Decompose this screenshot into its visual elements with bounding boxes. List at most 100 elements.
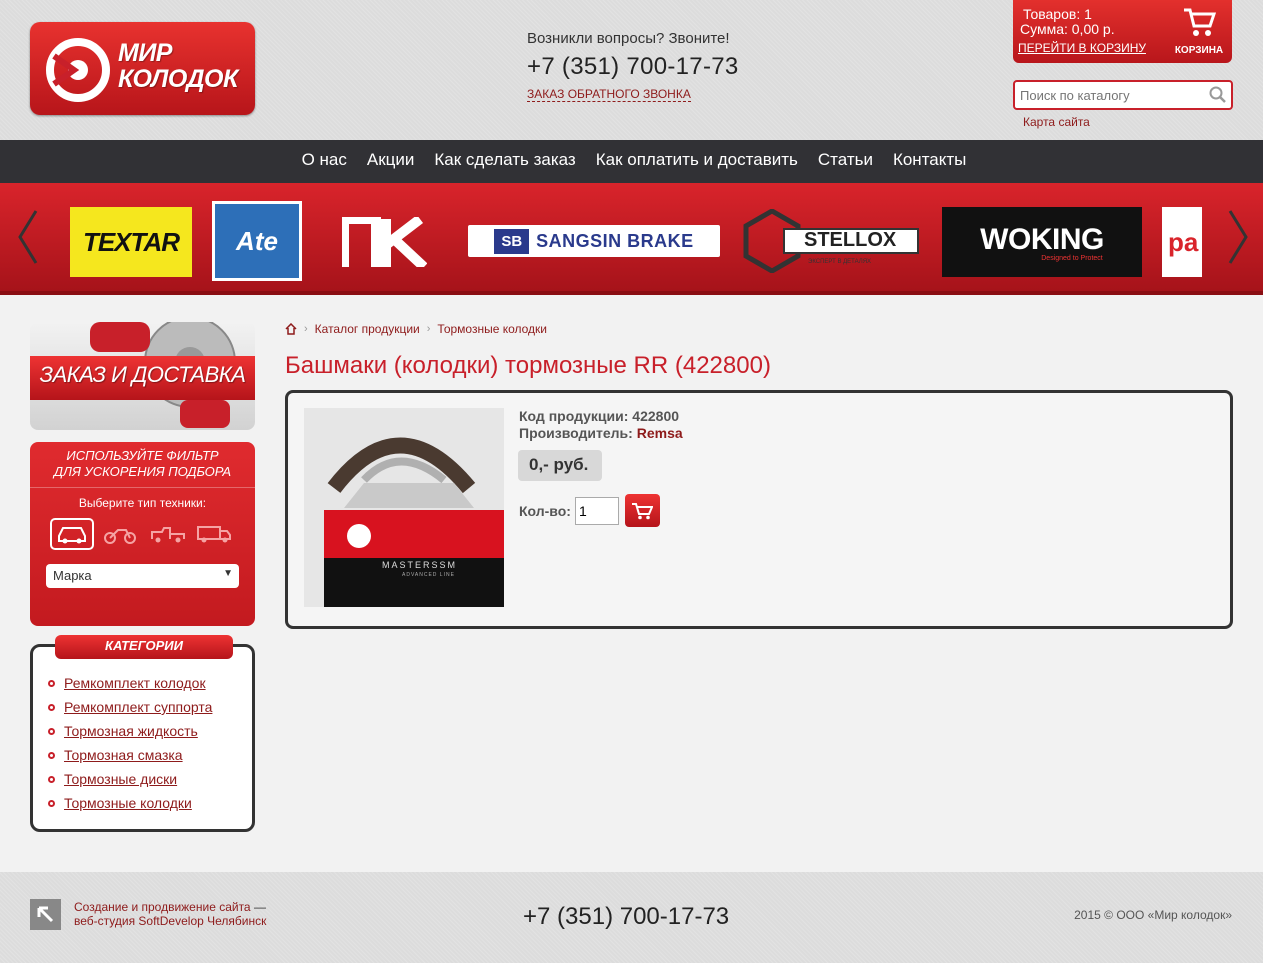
breadcrumb-separator: › (426, 323, 431, 335)
delivery-banner[interactable]: ЗАКАЗ И ДОСТАВКА (30, 322, 255, 430)
footer-dash: — (250, 900, 266, 914)
go-to-cart-link[interactable]: ПЕРЕЙТИ В КОРЗИНУ (1018, 41, 1146, 55)
nav-item-articles[interactable]: Статьи (818, 150, 873, 170)
bullet-icon (48, 679, 55, 687)
breadcrumb-brake-pads[interactable]: Тормозные колодки (437, 322, 547, 336)
nav-item-payment-delivery[interactable]: Как оплатить и доставить (596, 150, 798, 170)
bullet-icon (48, 775, 55, 783)
footer-links: Создание и продвижение сайта — веб-студи… (74, 900, 266, 928)
breadcrumb-catalog[interactable]: Каталог продукции (315, 322, 420, 336)
category-link[interactable]: Тормозные диски (64, 767, 177, 791)
brand-partial[interactable]: pa (1162, 207, 1202, 277)
logo-text: МИР КОЛОДОК (118, 39, 238, 93)
callback-link[interactable]: ЗАКАЗ ОБРАТНОГО ЗВОНКА (527, 87, 691, 102)
product-code-row: Код продукции: 422800 (519, 408, 683, 425)
bullet-icon (48, 727, 55, 735)
product-box-text: MASTERSSM (382, 560, 458, 570)
woking-name: WOKING (980, 222, 1104, 256)
truck-icon (197, 526, 231, 543)
vehicle-car-option[interactable] (50, 518, 94, 550)
main-content: › Каталог продукции › Тормозные колодки … (285, 316, 1233, 629)
sangsin-name: SANGSIN BRAKE (536, 230, 694, 251)
brand-sangsin[interactable]: SB SANGSIN BRAKE (468, 225, 720, 257)
footer-dev-link[interactable]: Создание и продвижение сайта (74, 900, 251, 914)
product-image[interactable]: MASTERSSM ADVANCED LINE (304, 408, 504, 607)
footer: Создание и продвижение сайта — веб-студи… (0, 872, 1263, 963)
footer-copyright: 2015 © ООО «Мир колодок» (1074, 908, 1232, 922)
quantity-label: Кол-во: (519, 502, 571, 519)
nav-item-how-to-order[interactable]: Как сделать заказ (434, 150, 575, 170)
category-link[interactable]: Тормозная жидкость (64, 719, 198, 743)
page-title: Башмаки (колодки) тормозные RR (422800) (285, 352, 771, 379)
breadcrumb: › Каталог продукции › Тормозные колодки (285, 322, 1233, 336)
product-code: 422800 (632, 408, 680, 424)
brand-ate[interactable]: Ate (212, 201, 302, 281)
chevron-down-icon: ▼ (223, 568, 233, 579)
arrow-up-left-icon (37, 906, 54, 923)
vehicle-truck-option[interactable] (192, 518, 236, 550)
list-item: Ремкомплект суппорта (48, 695, 212, 719)
filter-subtitle: Выберите тип техники: (78, 496, 207, 510)
brand-textar[interactable]: TEXTAR (70, 207, 192, 277)
contact-question: Возникли вопросы? Звоните! (527, 30, 730, 47)
stellox-sub: ЭКСПЕРТ В ДЕТАЛЯХ (808, 259, 872, 265)
maker-link[interactable]: Remsa (637, 425, 683, 441)
cart-items: Товаров: 1 (1023, 6, 1092, 22)
list-item: Тормозная смазка (48, 743, 212, 767)
breadcrumb-separator: › (304, 323, 308, 335)
car-icon (58, 527, 86, 544)
categories-panel: КАТЕГОРИИ Ремкомплект колодок Ремкомплек… (30, 635, 255, 832)
bullet-icon (48, 751, 55, 759)
bullet-icon (48, 703, 55, 711)
product-card: MASTERSSM ADVANCED LINE Код продукции: 4… (285, 390, 1233, 629)
home-icon[interactable] (285, 323, 297, 335)
studio-logo[interactable] (30, 899, 61, 930)
sitemap-link[interactable]: Карта сайта (1023, 115, 1090, 129)
site-logo[interactable]: МИР КОЛОДОК (30, 22, 255, 115)
product-info: Код продукции: 422800 Производитель: Rem… (519, 408, 683, 442)
brand-select[interactable]: Марка ▼ (46, 564, 239, 588)
partial-brand-label: pa (1168, 226, 1199, 257)
category-link[interactable]: Ремкомплект колодок (64, 671, 206, 695)
footer-studio-link[interactable]: веб-студия SoftDevelop Челябинск (74, 914, 266, 928)
vehicle-filter: ИСПОЛЬЗУЙТЕ ФИЛЬТР ДЛЯ УСКОРЕНИЯ ПОДБОРА… (30, 442, 255, 626)
add-to-cart-button[interactable] (624, 494, 660, 527)
list-item: Тормозная жидкость (48, 719, 212, 743)
brand-stellox[interactable]: STELLOX ЭКСПЕРТ В ДЕТАЛЯХ (742, 209, 920, 273)
brand-woking[interactable]: WOKING Designed to Protect (942, 207, 1142, 277)
list-item: Ремкомплект колодок (48, 671, 212, 695)
cart-sum: Сумма: 0,00 р. (1020, 21, 1115, 37)
nav-item-promos[interactable]: Акции (367, 150, 415, 170)
vehicle-tow-option[interactable] (146, 518, 190, 550)
bullet-icon (48, 799, 55, 807)
brand-ate-label: Ate (236, 225, 278, 256)
nav-item-contacts[interactable]: Контакты (893, 150, 966, 170)
brake-disc-logo-icon (46, 38, 110, 102)
brand-nk[interactable] (342, 207, 427, 277)
filter-title: ИСПОЛЬЗУЙТЕ ФИЛЬТР ДЛЯ УСКОРЕНИЯ ПОДБОРА (53, 448, 232, 479)
cart-button[interactable]: КОРЗИНА (1168, 6, 1230, 62)
chevron-right-icon[interactable] (1222, 207, 1252, 267)
search-input[interactable] (1015, 82, 1200, 108)
header-contact: Возникли вопросы? Звоните! +7 (351) 700-… (527, 30, 739, 103)
brands-carousel: TEXTAR Ate SB SANGSIN BRAKE STELLOX ЭКСП… (0, 183, 1263, 295)
quantity-row: Кол-во: (519, 494, 660, 527)
motorcycle-icon (104, 529, 136, 544)
tow-truck-icon (151, 527, 185, 543)
quantity-input[interactable] (574, 496, 619, 525)
header-phone: +7 (351) 700-17-73 (527, 53, 739, 80)
nk-logo-icon (342, 217, 427, 267)
sangsin-badge: SB (494, 228, 530, 254)
category-link[interactable]: Ремкомплект суппорта (64, 695, 212, 719)
category-link[interactable]: Тормозная смазка (64, 743, 183, 767)
search-box (1013, 80, 1233, 110)
vehicle-moto-option[interactable] (98, 518, 142, 550)
category-link[interactable]: Тормозные колодки (64, 791, 192, 815)
delivery-title: ЗАКАЗ И ДОСТАВКА (39, 362, 246, 387)
nav-item-about[interactable]: О нас (302, 150, 347, 170)
product-maker-row: Производитель: Remsa (519, 425, 683, 442)
cart-icon (1184, 8, 1217, 36)
header: МИР КОЛОДОК Возникли вопросы? Звоните! +… (0, 0, 1263, 140)
chevron-left-icon[interactable] (14, 207, 44, 267)
search-icon[interactable] (1209, 86, 1227, 104)
